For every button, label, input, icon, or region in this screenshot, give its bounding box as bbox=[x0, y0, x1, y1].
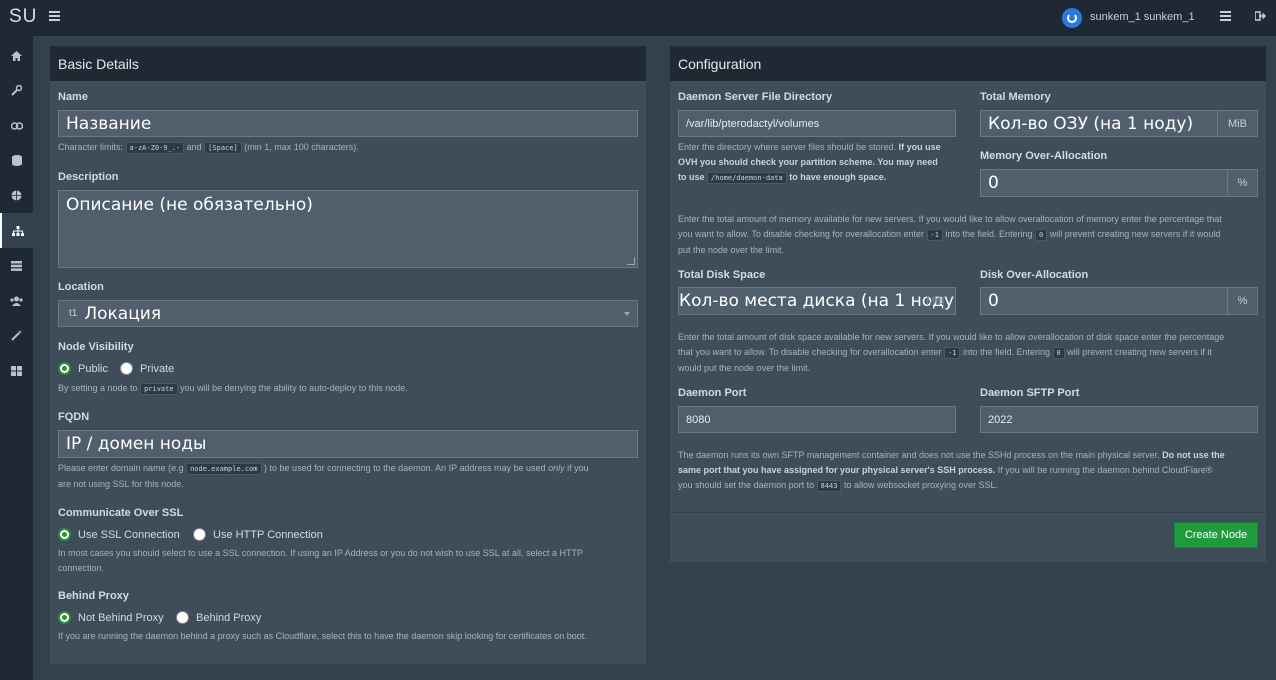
power-avatar-icon[interactable] bbox=[1062, 8, 1082, 28]
fqdn-help: Please enter domain name (e.g node.examp… bbox=[58, 463, 589, 489]
app-logo[interactable]: SUN bbox=[9, 6, 37, 28]
top-navbar: SUN sunkem_1 sunkem_1 bbox=[0, 0, 1276, 36]
server-icon[interactable] bbox=[0, 248, 33, 283]
users-icon[interactable] bbox=[0, 283, 33, 318]
daemon-port-input[interactable]: 8080 bbox=[678, 406, 956, 433]
daemon-port-label: Daemon Port bbox=[678, 387, 747, 399]
disk-help: Enter the total amount of disk space ava… bbox=[678, 332, 1225, 373]
wrench-icon[interactable] bbox=[0, 73, 33, 108]
visibility-help: By setting a node to private you will be… bbox=[58, 383, 408, 395]
sftp-port-label: Daemon SFTP Port bbox=[980, 387, 1080, 399]
not-behind-proxy-radio[interactable] bbox=[58, 611, 71, 624]
total-memory-label: Total Memory bbox=[980, 91, 1051, 103]
ssl-connection-radio[interactable] bbox=[58, 528, 71, 541]
configuration-title: Configuration bbox=[670, 47, 1266, 81]
not-behind-proxy-label[interactable]: Not Behind Proxy bbox=[78, 612, 164, 624]
footer-divider bbox=[670, 512, 1266, 513]
hamburger-icon[interactable] bbox=[49, 11, 60, 21]
sftp-port-input[interactable]: 2022 bbox=[980, 406, 1258, 433]
ssl-label: Communicate Over SSL bbox=[58, 507, 184, 519]
port-help: The daemon runs its own SFTP management … bbox=[678, 450, 1225, 492]
sidebar bbox=[0, 36, 33, 680]
proxy-help: If you are running the daemon behind a p… bbox=[58, 631, 587, 641]
http-connection-radio[interactable] bbox=[193, 528, 206, 541]
disk-overallocation-input[interactable]: 0 bbox=[980, 287, 1228, 315]
file-directory-label: Daemon Server File Directory bbox=[678, 91, 833, 103]
sitemap-icon[interactable] bbox=[0, 213, 33, 248]
fqdn-label: FQDN bbox=[58, 411, 90, 423]
user-name[interactable]: sunkem_1 sunkem_1 bbox=[1090, 11, 1195, 23]
memory-overallocation-input[interactable]: 0 bbox=[980, 169, 1228, 197]
total-disk-label: Total Disk Space bbox=[678, 269, 766, 281]
home-icon[interactable] bbox=[0, 38, 33, 73]
disk-overallocation-label: Disk Over-Allocation bbox=[980, 269, 1089, 281]
memory-overallocation-label: Memory Over-Allocation bbox=[980, 150, 1108, 162]
behind-proxy-radio[interactable] bbox=[176, 611, 189, 624]
magic-icon[interactable] bbox=[0, 318, 33, 353]
ssl-connection-label[interactable]: Use SSL Connection bbox=[78, 529, 180, 541]
name-label: Name bbox=[58, 91, 88, 103]
description-label: Description bbox=[58, 171, 119, 183]
basic-details-title: Basic Details bbox=[50, 47, 646, 81]
file-directory-input[interactable]: /var/lib/pterodactyl/volumes bbox=[678, 110, 956, 137]
total-disk-input[interactable]: Кол-во места диска (на 1 ноду) bbox=[678, 287, 956, 315]
link-icon[interactable] bbox=[0, 108, 33, 143]
behind-proxy-label[interactable]: Behind Proxy bbox=[196, 612, 261, 624]
sign-out-icon[interactable] bbox=[1254, 11, 1267, 24]
proxy-label: Behind Proxy bbox=[58, 590, 129, 602]
node-visibility-label: Node Visibility bbox=[58, 341, 134, 353]
fqdn-input[interactable]: IP / домен ноды bbox=[58, 430, 638, 458]
location-value: Локация bbox=[84, 303, 162, 324]
memory-unit-addon: MiB bbox=[1218, 110, 1258, 137]
resize-handle-icon[interactable] bbox=[627, 257, 635, 265]
create-node-button[interactable]: Create Node bbox=[1174, 522, 1258, 548]
private-radio[interactable] bbox=[120, 362, 133, 375]
location-prefix: t1 bbox=[69, 308, 78, 319]
disk-percent-addon: % bbox=[1228, 287, 1258, 315]
file-directory-help: Enter the directory where server files s… bbox=[678, 142, 941, 184]
total-memory-input[interactable]: Кол-во ОЗУ (на 1 ноду) bbox=[980, 110, 1218, 137]
globe-icon[interactable] bbox=[0, 178, 33, 213]
memory-percent-addon: % bbox=[1228, 169, 1258, 197]
private-radio-label[interactable]: Private bbox=[140, 363, 174, 375]
memory-help: Enter the total amount of memory availab… bbox=[678, 214, 1222, 255]
database-icon[interactable] bbox=[0, 143, 33, 178]
name-input[interactable]: Название bbox=[58, 110, 638, 137]
location-label: Location bbox=[58, 281, 104, 293]
name-help: Character limits: a-zA-Z0-9_.- and [Spac… bbox=[58, 142, 359, 154]
public-radio[interactable] bbox=[58, 362, 71, 375]
disk-unit-addon: MiB bbox=[916, 287, 956, 315]
public-radio-label[interactable]: Public bbox=[78, 363, 108, 375]
list-icon[interactable] bbox=[1220, 11, 1231, 24]
ssl-help: In most cases you should select to use a… bbox=[58, 548, 583, 573]
description-textarea[interactable]: Описание (не обязательно) bbox=[58, 190, 638, 268]
http-connection-label[interactable]: Use HTTP Connection bbox=[213, 529, 323, 541]
chevron-down-icon bbox=[624, 312, 630, 316]
th-large-icon[interactable] bbox=[0, 353, 33, 388]
location-select[interactable]: t1 Локация bbox=[58, 300, 638, 327]
